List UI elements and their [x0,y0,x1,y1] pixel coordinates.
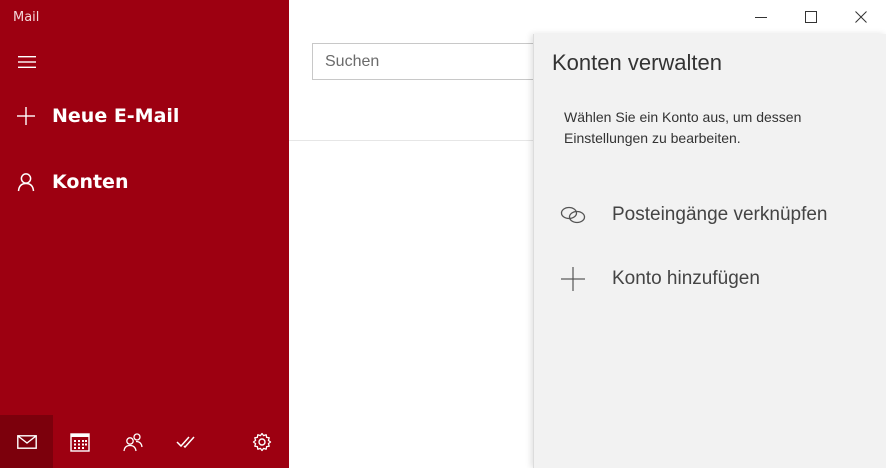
close-button[interactable] [836,0,886,34]
divider [289,140,549,141]
search-input[interactable]: Suchen [312,43,552,80]
settings-icon [252,432,271,451]
new-mail-label: Neue E-Mail [52,105,180,127]
people-icon [122,432,143,451]
plus-icon [534,267,612,291]
link-inboxes-button[interactable]: Posteingänge verknüpfen [534,193,886,237]
plus-icon [0,106,52,126]
person-icon [0,172,52,192]
calendar-icon [69,432,90,452]
sidebar: Mail Neue E-Mail Konten [0,0,289,468]
accounts-button[interactable]: Konten [0,160,289,204]
hamburger-menu-button[interactable] [8,44,46,80]
todo-icon [175,435,195,448]
calendar-button[interactable] [53,415,106,468]
link-inboxes-label: Posteingänge verknüpfen [612,204,828,225]
window-controls [736,0,886,34]
bottom-app-bar [0,415,289,468]
accounts-label: Konten [52,171,129,193]
manage-accounts-panel: Konten verwalten Wählen Sie ein Konto au… [533,34,886,468]
todo-button[interactable] [159,415,212,468]
panel-description: Wählen Sie ein Konto aus, um dessen Eins… [564,109,802,146]
maximize-icon [805,11,817,23]
panel-title: Konten verwalten [552,50,722,75]
close-icon [855,11,867,23]
minimize-icon [755,17,767,18]
new-mail-button[interactable]: Neue E-Mail [0,94,289,138]
people-button[interactable] [106,415,159,468]
link-icon [534,206,612,224]
add-account-button[interactable]: Konto hinzufügen [534,257,886,301]
mail-icon [16,434,37,449]
maximize-button[interactable] [786,0,836,34]
hamburger-icon [18,56,36,68]
app-title: Mail [13,10,40,25]
add-account-label: Konto hinzufügen [612,268,760,289]
mail-button[interactable] [0,415,53,468]
minimize-button[interactable] [736,0,786,34]
settings-button[interactable] [235,415,288,468]
